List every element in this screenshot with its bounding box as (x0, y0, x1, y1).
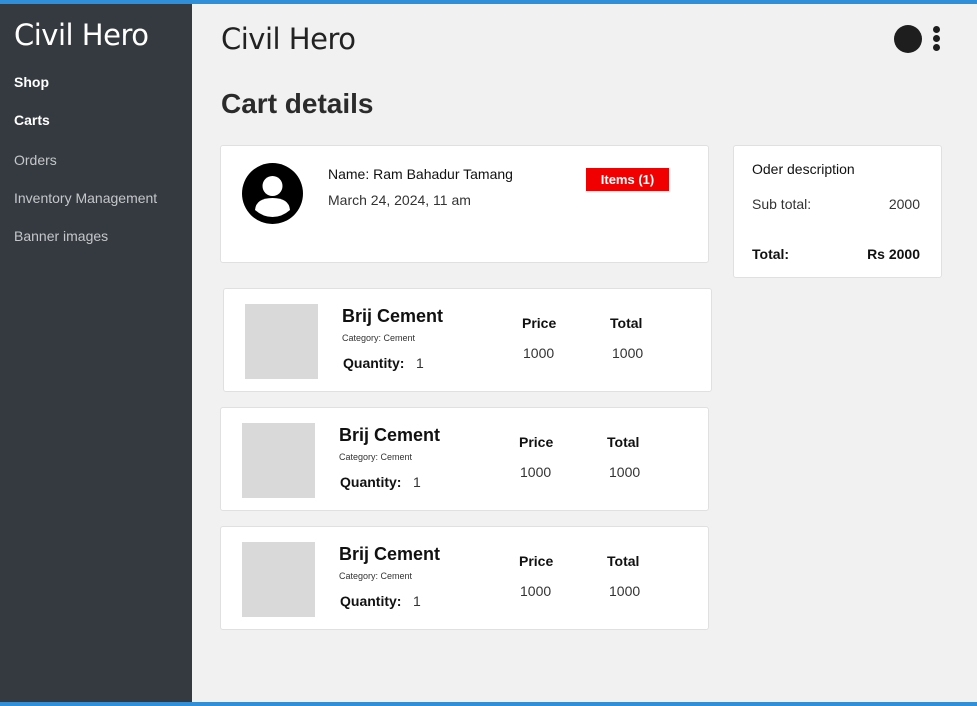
quantity-label: Quantity: (343, 355, 405, 371)
total-header: Total (607, 553, 640, 569)
quantity-value: 1 (413, 474, 421, 490)
product-name: Brij Cement (339, 544, 441, 564)
product-name: Brij Cement (342, 306, 444, 326)
user-avatar[interactable] (894, 25, 922, 53)
cart-item: Brij Cement Category: Cement Quantity: 1… (220, 407, 709, 511)
window-bottom-border (0, 702, 977, 706)
items-count-badge: Items (1) (586, 168, 669, 191)
more-options-icon[interactable] (930, 26, 942, 52)
product-category: Category: Cement (339, 571, 413, 581)
line-total-value: 1000 (609, 464, 641, 480)
total-value: Rs 2000 (867, 246, 920, 262)
product-image (242, 423, 315, 498)
quantity-label: Quantity: (340, 593, 402, 609)
subtotal-row: Sub total: 2000 (752, 196, 920, 212)
header-title: Civil Hero (221, 22, 356, 56)
subtotal-value: 2000 (888, 196, 920, 212)
order-description-title: Oder description (752, 161, 855, 177)
sidebar-item-carts[interactable]: Carts (14, 112, 50, 128)
line-total-value: 1000 (609, 583, 641, 599)
sidebar-item-inventory-management[interactable]: Inventory Management (14, 190, 157, 206)
subtotal-label: Sub total: (752, 196, 812, 212)
sidebar: Civil Hero Shop Carts Orders Inventory M… (0, 4, 192, 702)
page-title: Cart details (221, 88, 374, 119)
user-circle-icon (242, 163, 303, 224)
sidebar-brand[interactable]: Civil Hero (14, 18, 149, 52)
price-value: 1000 (520, 464, 552, 480)
product-category: Category: Cement (342, 333, 416, 343)
product-category: Category: Cement (339, 452, 413, 462)
sidebar-item-banner-images[interactable]: Banner images (14, 228, 108, 244)
main-content: Civil Hero Cart details Name: Ram Bahadu… (192, 4, 977, 702)
price-header: Price (522, 315, 557, 331)
quantity-value: 1 (413, 593, 421, 609)
line-total-value: 1000 (612, 345, 644, 361)
product-image (245, 304, 318, 379)
quantity-value: 1 (416, 355, 424, 371)
sidebar-item-orders[interactable]: Orders (14, 152, 57, 168)
sidebar-item-shop[interactable]: Shop (14, 74, 49, 90)
price-header: Price (519, 553, 554, 569)
customer-name: Name: Ram Bahadur Tamang (328, 166, 513, 182)
quantity-label: Quantity: (340, 474, 402, 490)
order-date: March 24, 2024, 11 am (328, 192, 471, 208)
cart-item: Brij Cement Category: Cement Quantity: 1… (223, 288, 712, 392)
customer-card: Name: Ram Bahadur Tamang March 24, 2024,… (220, 145, 709, 263)
total-header: Total (610, 315, 643, 331)
price-value: 1000 (520, 583, 552, 599)
total-row: Total: Rs 2000 (752, 246, 920, 262)
total-label: Total: (752, 246, 790, 262)
product-image (242, 542, 315, 617)
product-name: Brij Cement (339, 425, 441, 445)
total-header: Total (607, 434, 640, 450)
price-value: 1000 (523, 345, 555, 361)
order-description-card: Oder description Sub total: 2000 Total: … (733, 145, 942, 278)
price-header: Price (519, 434, 554, 450)
cart-item: Brij Cement Category: Cement Quantity: 1… (220, 526, 709, 630)
